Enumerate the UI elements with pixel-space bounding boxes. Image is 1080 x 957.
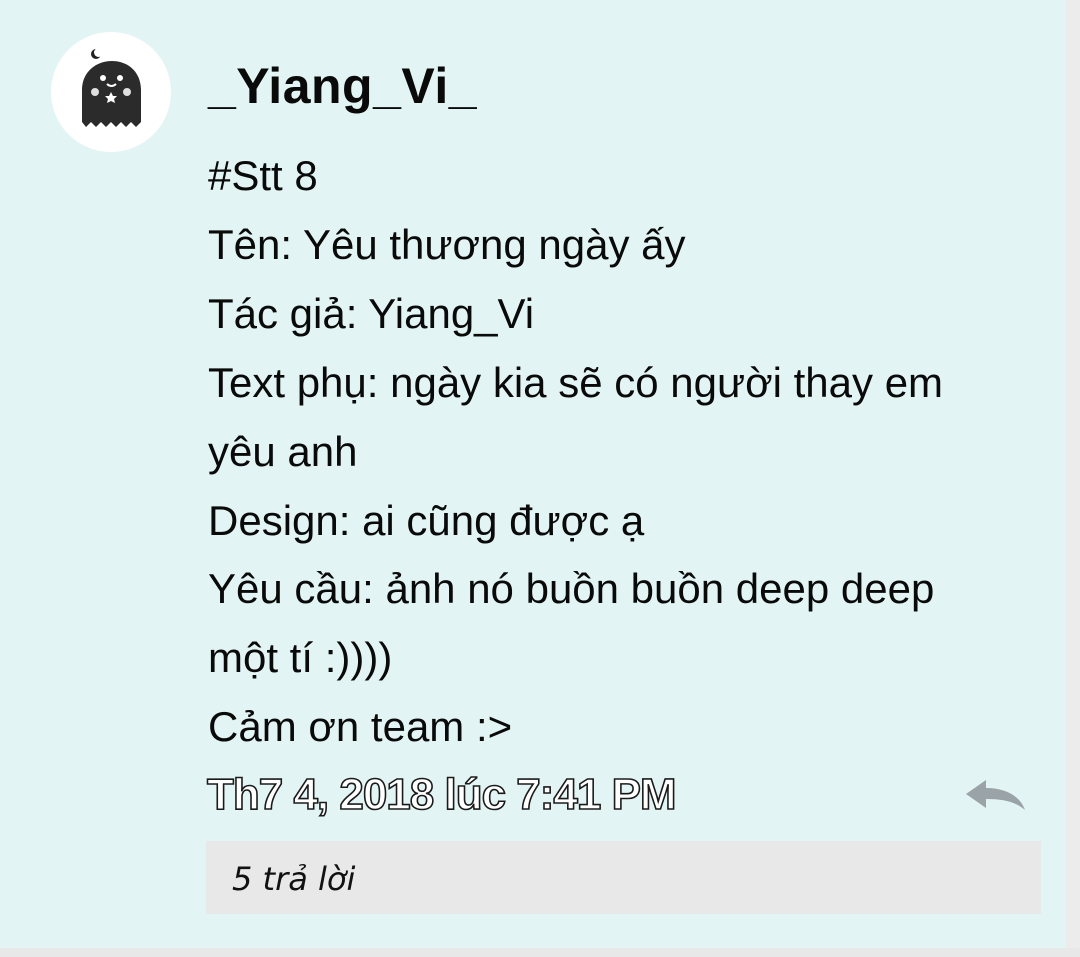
- post-timestamp: Th7 4, 2018 lúc 7:41 PM: [206, 769, 677, 820]
- author-avatar[interactable]: [51, 32, 171, 152]
- post-line: Tên: Yêu thương ngày ấy: [208, 220, 686, 268]
- screen-edge-right: [1066, 0, 1080, 957]
- post-line: Yêu cầu: ảnh nó buồn buồn deep deep: [208, 565, 935, 613]
- post-line: yêu anh: [208, 427, 358, 475]
- screen-edge-bottom: [0, 948, 1080, 957]
- replies-button[interactable]: 5 trả lời: [206, 841, 1041, 914]
- post-line: Cảm ơn team :>: [208, 703, 513, 751]
- author-name[interactable]: _Yiang_Vi_: [208, 57, 477, 115]
- post-line: Tác giả: Yiang_Vi: [208, 289, 535, 337]
- post-line: #Stt 8: [208, 152, 318, 199]
- post-body: #Stt 8 Tên: Yêu thương ngày ấy Tác giả: …: [208, 142, 1038, 762]
- post-line: Text phụ: ngày kia sẽ có người thay em: [208, 358, 944, 406]
- post-card: _Yiang_Vi_ #Stt 8 Tên: Yêu thương ngày ấ…: [0, 0, 1066, 948]
- ghost-avatar-icon: [82, 48, 141, 127]
- reply-arrow-icon[interactable]: [962, 776, 1028, 816]
- post-line: Design: ai cũng được ạ: [208, 496, 645, 544]
- post-line: một tí :)))): [208, 634, 393, 682]
- replies-count-label: 5 trả lời: [232, 860, 356, 898]
